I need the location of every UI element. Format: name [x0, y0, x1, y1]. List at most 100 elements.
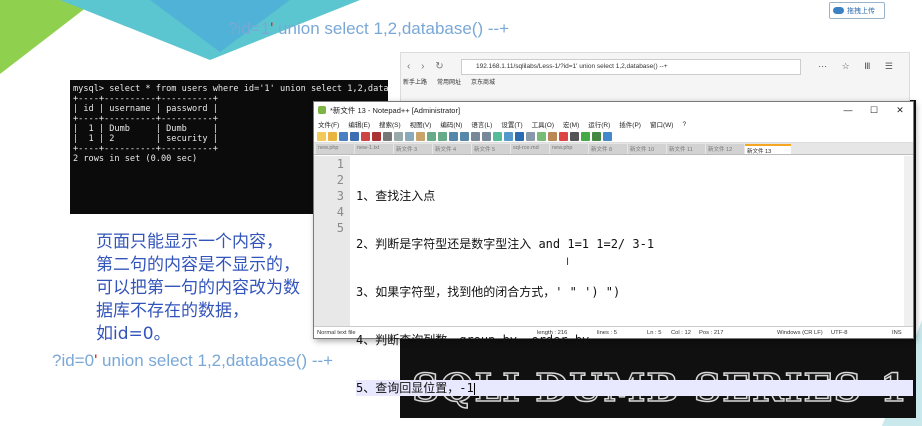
zoom-out-icon[interactable]: [482, 131, 491, 141]
tab-item[interactable]: sql-rce.md: [511, 144, 549, 154]
menu-edit[interactable]: 编辑(E): [348, 119, 370, 129]
run-macro-multiple-icon[interactable]: [592, 131, 601, 141]
tab-bar: new.php new-1.txt 新文件 3 新文件 4 新文件 5 sql-…: [314, 143, 913, 155]
status-col: Col : 12: [671, 329, 691, 336]
line-number: 2: [336, 173, 344, 187]
menu-macro[interactable]: 宏(M): [563, 119, 579, 129]
window-title: *新文件 13 - Notepad++ [Administrator]: [330, 105, 461, 115]
save-icon[interactable]: [339, 131, 348, 141]
cut-icon[interactable]: [394, 131, 403, 141]
editor-area[interactable]: 1 2 3 4 5 1、查找注入点 2、判断是字符型还是数字型注入 and 1=…: [314, 156, 913, 396]
line-number: 4: [336, 205, 344, 219]
upload-button[interactable]: 拖拽上传: [829, 2, 885, 19]
status-bar: Normal text file length : 216 lines : 5 …: [314, 326, 913, 338]
sql-payload-bottom: ?id=0' union select 1,2,database() --+: [52, 351, 333, 371]
status-file-type: Normal text file: [317, 329, 356, 336]
toolbar: [314, 130, 913, 143]
tab-active[interactable]: 新文件 13: [745, 144, 791, 154]
line-number-gutter: 1 2 3 4 5: [314, 156, 350, 326]
undo-icon[interactable]: [427, 131, 436, 141]
notepad-logo-icon: [318, 106, 326, 114]
sync-icon[interactable]: [493, 131, 502, 141]
menu-encoding[interactable]: 编码(N): [440, 119, 462, 129]
browser-toolbar-icons[interactable]: ⋯ ☆ Ⅲ ☰: [818, 61, 899, 72]
code-line: 1、查找注入点: [356, 189, 436, 203]
menu-settings[interactable]: 设置(T): [501, 119, 522, 129]
zoom-in-icon[interactable]: [471, 131, 480, 141]
new-file-icon[interactable]: [317, 131, 326, 141]
note-line: 第二句的内容是不显示的，: [96, 255, 300, 275]
replace-icon[interactable]: [460, 131, 469, 141]
note-line: 据库不存在的数据，: [96, 301, 249, 321]
bookmark-bar: 新手上路 常用网址 京东商城: [401, 77, 495, 86]
function-list-icon[interactable]: [548, 131, 557, 141]
browser-window: ‹ › ↻ 192.168.1.11/sqlilabs/Less-1/?id=1…: [400, 52, 910, 106]
status-eol: Windows (CR LF): [777, 329, 823, 336]
doc-map-icon[interactable]: [537, 131, 546, 141]
tab-item[interactable]: new.php: [550, 144, 588, 154]
tab-item[interactable]: new.php: [316, 144, 354, 154]
tab-item[interactable]: 新文件 5: [472, 144, 510, 154]
explanation-notes: 页面只能显示一个内容， 第二句的内容是不显示的， 可以把第一句的内容改为数 据库…: [96, 231, 300, 346]
tab-item[interactable]: 新文件 3: [394, 144, 432, 154]
notepad-window: *新文件 13 - Notepad++ [Administrator] — ☐ …: [313, 101, 914, 396]
bookmark-item[interactable]: 京东商城: [471, 77, 495, 86]
code-line: 2、判断是字符型还是数字型注入 and 1=1 1=2/ 3-1: [356, 237, 655, 251]
menu-view[interactable]: 视图(V): [410, 119, 432, 129]
status-insert-mode: INS: [892, 329, 902, 336]
stop-macro-icon[interactable]: [570, 131, 579, 141]
code-line-current: 5、查询回显位置，-1: [356, 381, 474, 395]
menu-window[interactable]: 窗口(W): [650, 119, 673, 129]
menu-plugins[interactable]: 插件(P): [619, 119, 641, 129]
status-length: length : 216: [537, 329, 568, 336]
print-icon[interactable]: [383, 131, 392, 141]
indent-guide-icon[interactable]: [526, 131, 535, 141]
code-text[interactable]: 1、查找注入点 2、判断是字符型还是数字型注入 and 1=1 1=2/ 3-1…: [350, 156, 913, 396]
code-line: 3、如果字符型，找到他的闭合方式，' " ') "): [356, 285, 621, 299]
menu-bar: 文件(F) 编辑(E) 搜索(S) 视图(V) 编码(N) 语言(L) 设置(T…: [314, 118, 913, 130]
record-macro-icon[interactable]: [559, 131, 568, 141]
browser-nav-icons[interactable]: ‹ › ↻: [407, 61, 448, 72]
maximize-icon[interactable]: ☐: [861, 105, 887, 116]
menu-file[interactable]: 文件(F): [318, 119, 339, 129]
redo-icon[interactable]: [438, 131, 447, 141]
minimize-icon[interactable]: —: [835, 105, 861, 116]
close-icon[interactable]: ✕: [887, 105, 913, 116]
menu-tools[interactable]: 工具(O): [532, 119, 554, 129]
play-macro-icon[interactable]: [581, 131, 590, 141]
menu-language[interactable]: 语言(L): [471, 119, 492, 129]
status-ln: Ln : 5: [647, 329, 662, 336]
find-icon[interactable]: [449, 131, 458, 141]
tab-item[interactable]: 新文件 4: [433, 144, 471, 154]
menu-search[interactable]: 搜索(S): [379, 119, 401, 129]
bookmark-item[interactable]: 常用网址: [437, 77, 461, 86]
open-file-icon[interactable]: [328, 131, 337, 141]
bookmark-item[interactable]: 新手上路: [403, 77, 427, 86]
line-number: 1: [336, 157, 344, 171]
save-macro-icon[interactable]: [603, 131, 612, 141]
vertical-scrollbar[interactable]: [904, 156, 913, 326]
menu-help[interactable]: ?: [682, 121, 686, 128]
sql-bottom-post: union select 1,2,database() --+: [97, 351, 334, 370]
tab-item[interactable]: 新文件 10: [628, 144, 666, 154]
tab-item[interactable]: 新文件 12: [706, 144, 744, 154]
wrap-icon[interactable]: [504, 131, 513, 141]
paste-icon[interactable]: [416, 131, 425, 141]
tab-item[interactable]: 新文件 11: [667, 144, 705, 154]
note-line: 可以把第一句的内容改为数: [96, 278, 300, 298]
copy-icon[interactable]: [405, 131, 414, 141]
close-file-icon[interactable]: [361, 131, 370, 141]
line-number: 3: [336, 189, 344, 203]
show-all-chars-icon[interactable]: [515, 131, 524, 141]
status-pos: Pos : 217: [699, 329, 724, 336]
status-lines: lines : 5: [597, 329, 617, 336]
sql-payload-top: ?id=1' union select 1,2,database() --+: [228, 19, 509, 39]
address-bar[interactable]: 192.168.1.11/sqlilabs/Less-1/?id=1' unio…: [461, 59, 801, 75]
menu-run[interactable]: 运行(R): [588, 119, 610, 129]
close-all-icon[interactable]: [372, 131, 381, 141]
tab-item[interactable]: 新文件 8: [589, 144, 627, 154]
line-number: 5: [336, 221, 344, 235]
text-caret: [473, 382, 475, 395]
save-all-icon[interactable]: [350, 131, 359, 141]
tab-item[interactable]: new-1.txt: [355, 144, 393, 154]
